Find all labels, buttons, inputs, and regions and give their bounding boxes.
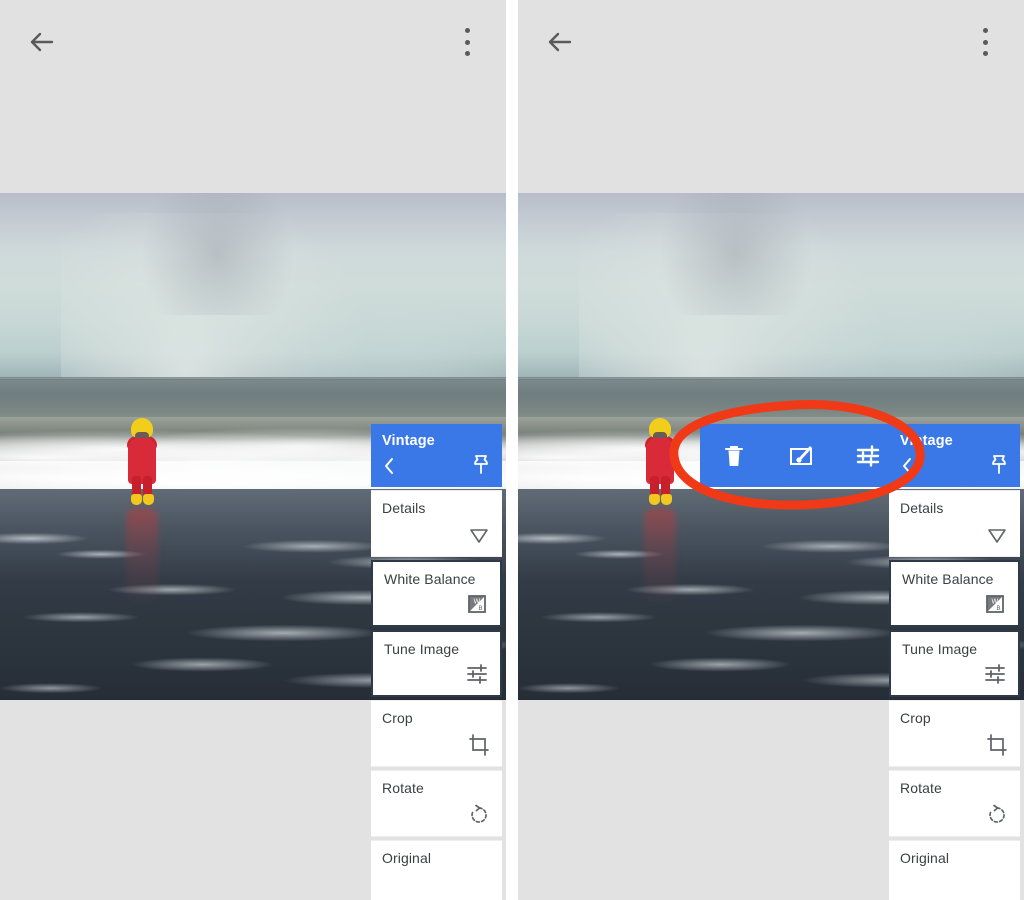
edit-stack-row-tune-image[interactable]: Tune Image bbox=[371, 630, 502, 697]
edit-stack-row-label: Original bbox=[382, 850, 432, 866]
photo-horizon bbox=[0, 377, 506, 380]
edit-stack-row-details[interactable]: Details bbox=[371, 490, 502, 557]
kebab-menu-icon[interactable] bbox=[972, 24, 998, 60]
back-arrow-icon[interactable] bbox=[22, 22, 62, 62]
edit-stack-row-tune-image[interactable]: Tune Image bbox=[889, 630, 1020, 697]
edit-stack-title: Vintage bbox=[900, 433, 953, 449]
edit-stack-header[interactable]: Vintage bbox=[371, 424, 502, 487]
edit-stack-row-white-balance[interactable]: White Balance W B bbox=[371, 560, 502, 627]
edit-brush-icon[interactable] bbox=[786, 441, 816, 471]
edit-stack-row-label: Tune Image bbox=[384, 641, 460, 657]
crop-icon bbox=[467, 733, 491, 757]
white-balance-icon: W B bbox=[983, 592, 1007, 616]
photo-sky-cloud bbox=[659, 193, 812, 315]
svg-text:B: B bbox=[997, 606, 1001, 612]
edit-stack-row-label: Details bbox=[900, 500, 944, 516]
screenshot-stage: Vintage Details White Balance W B Tune I… bbox=[0, 0, 1024, 900]
panel-divider bbox=[506, 0, 518, 900]
chevron-left-icon[interactable] bbox=[900, 456, 914, 476]
edit-stack-row-rotate[interactable]: Rotate bbox=[889, 770, 1020, 837]
edit-stack-row-details[interactable]: Details bbox=[889, 490, 1020, 557]
crop-icon bbox=[985, 733, 1009, 757]
details-triangle-icon bbox=[985, 523, 1009, 547]
edit-stack-menu: Vintage Details White Balance W B Tune I… bbox=[371, 424, 502, 900]
edit-stack-row-crop[interactable]: Crop bbox=[889, 700, 1020, 767]
tune-sliders-icon bbox=[465, 662, 489, 686]
pin-icon[interactable] bbox=[989, 453, 1009, 477]
rotate-icon bbox=[467, 803, 491, 827]
photo-sky-cloud bbox=[141, 193, 294, 315]
edit-stack-row-label: Tune Image bbox=[902, 641, 978, 657]
photo-child-reflection bbox=[644, 508, 676, 603]
tune-sliders-icon bbox=[983, 662, 1007, 686]
edit-stack-row-original[interactable]: Original bbox=[371, 840, 502, 900]
edit-stack-row-crop[interactable]: Crop bbox=[371, 700, 502, 767]
photo-child bbox=[124, 418, 160, 508]
edit-stack-row-label: White Balance bbox=[384, 571, 476, 587]
pin-icon[interactable] bbox=[471, 453, 491, 477]
svg-text:W: W bbox=[992, 599, 999, 606]
photo-horizon bbox=[518, 377, 1024, 380]
photo-child-reflection bbox=[126, 508, 158, 603]
edit-stack-row-label: Rotate bbox=[382, 780, 424, 796]
right-screenshot-panel: Vintage Details White Balance W B Tune I… bbox=[518, 0, 1024, 900]
blue-action-toolbar bbox=[700, 424, 902, 487]
edit-stack-row-label: Rotate bbox=[900, 780, 942, 796]
edit-stack-row-original[interactable]: Original bbox=[889, 840, 1020, 900]
edit-stack-header[interactable]: Vintage bbox=[889, 424, 1020, 487]
back-arrow-icon[interactable] bbox=[540, 22, 580, 62]
details-triangle-icon bbox=[467, 523, 491, 547]
edit-stack-row-label: Crop bbox=[382, 710, 413, 726]
edit-stack-row-label: Crop bbox=[900, 710, 931, 726]
tune-sliders-icon[interactable] bbox=[853, 441, 883, 471]
white-balance-icon: W B bbox=[465, 592, 489, 616]
edit-stack-row-rotate[interactable]: Rotate bbox=[371, 770, 502, 837]
edit-stack-menu: Vintage Details White Balance W B Tune I… bbox=[889, 424, 1020, 900]
edit-stack-row-label: White Balance bbox=[902, 571, 994, 587]
left-screenshot-panel: Vintage Details White Balance W B Tune I… bbox=[0, 0, 506, 900]
edit-stack-row-label: Details bbox=[382, 500, 426, 516]
svg-text:W: W bbox=[474, 599, 481, 606]
app-bar bbox=[518, 0, 1024, 193]
edit-stack-row-white-balance[interactable]: White Balance W B bbox=[889, 560, 1020, 627]
kebab-menu-icon[interactable] bbox=[454, 24, 480, 60]
rotate-icon bbox=[985, 803, 1009, 827]
edit-stack-row-label: Original bbox=[900, 850, 950, 866]
chevron-left-icon[interactable] bbox=[382, 456, 396, 476]
photo-child bbox=[642, 418, 678, 508]
app-bar bbox=[0, 0, 506, 193]
edit-stack-title: Vintage bbox=[382, 433, 435, 449]
svg-text:B: B bbox=[479, 606, 483, 612]
trash-icon[interactable] bbox=[719, 441, 749, 471]
